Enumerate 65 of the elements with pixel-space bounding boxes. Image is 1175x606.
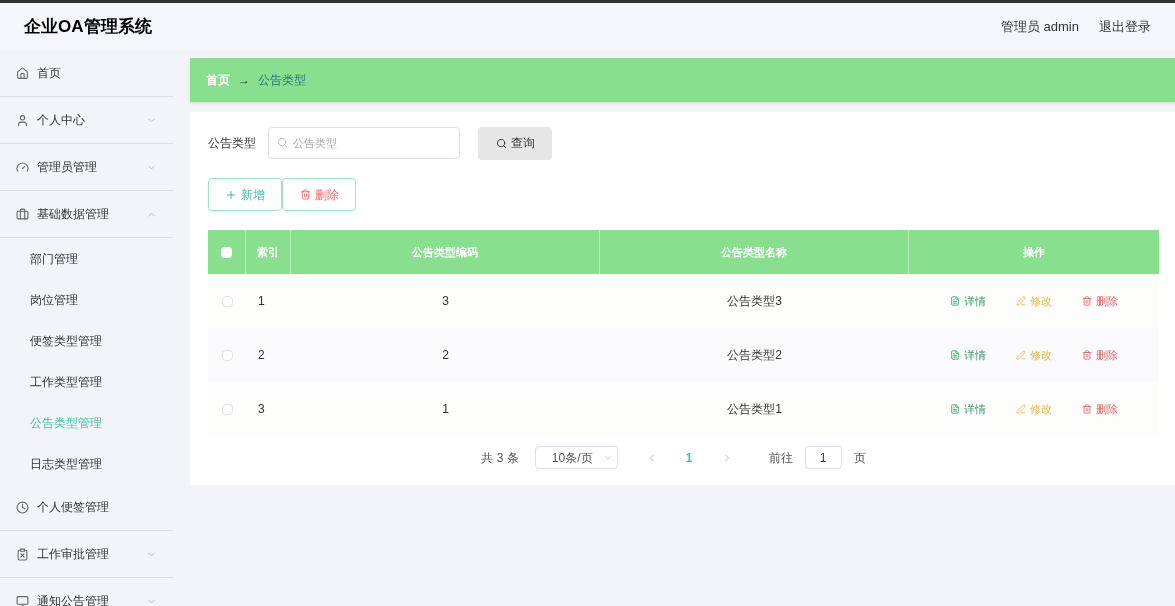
table-cell-text: 3 [442, 293, 449, 310]
sidebar-menu-item[interactable]: 基础数据管理 [0, 191, 173, 238]
total-count: 共 3 条 [481, 449, 519, 467]
goto-label: 前往 [768, 449, 793, 467]
submenu-item[interactable]: 日志类型管理 [0, 443, 173, 484]
table-cell-text: 1 [442, 401, 449, 418]
delete-link[interactable]: 删除 [1082, 346, 1118, 364]
app-title: 企业OA管理系统 [24, 15, 152, 38]
row-checkbox[interactable] [221, 403, 233, 415]
delete-link[interactable]: 删除 [1082, 400, 1118, 418]
plus-icon [225, 188, 237, 201]
goto-page-field[interactable]: 1 [804, 446, 842, 469]
logout-link[interactable]: 退出登录 [1099, 16, 1151, 37]
detail-link[interactable]: 详情 [950, 346, 986, 364]
search-icon [277, 137, 288, 148]
document-icon [950, 296, 960, 306]
row-checkbox[interactable] [221, 295, 233, 307]
row-checkbox[interactable] [221, 349, 233, 361]
page-size-select[interactable]: 10条/页 [534, 446, 618, 469]
select-all-checkbox[interactable] [221, 246, 232, 258]
user-icon [16, 113, 29, 127]
sidebar-menu-item[interactable]: 工作审批管理 [0, 531, 173, 578]
sidebar-menu-item[interactable]: 个人便签管理 [0, 484, 173, 531]
table-cell-text: 公告类型2 [727, 347, 782, 364]
clock-icon [16, 500, 29, 514]
document-icon [950, 350, 960, 360]
table-cell-text: 1 [258, 293, 265, 310]
detail-link[interactable]: 详情 [950, 292, 986, 310]
search-label: 公告类型 [208, 135, 256, 152]
sidebar-menu-item[interactable]: 通知公告管理 [0, 578, 173, 606]
search-field[interactable]: 公告类型 [268, 127, 460, 159]
breadcrumb-arrow: → [238, 72, 250, 89]
submenu-item[interactable]: 岗位管理 [0, 279, 173, 320]
trash-icon [1082, 404, 1092, 414]
document-icon [950, 404, 960, 414]
detail-link[interactable]: 详情 [950, 400, 986, 418]
delete-link[interactable]: 删除 [1082, 292, 1118, 310]
sidebar-menu-item[interactable]: 管理员管理 [0, 144, 173, 191]
table-cell-text: 2 [258, 347, 265, 364]
briefcase-icon [16, 207, 29, 221]
query-button[interactable]: 查询 [478, 126, 552, 160]
breadcrumb-current: 公告类型 [258, 72, 306, 89]
sidebar-menu-item[interactable]: 首页 [0, 50, 173, 97]
trash-icon [1082, 350, 1092, 360]
table-cell-text: 公告类型1 [727, 401, 782, 418]
clipboard-icon [16, 547, 29, 561]
trash-icon [299, 189, 311, 200]
pen-icon [1016, 296, 1026, 306]
monitor-icon [16, 594, 29, 606]
column-header: 操作 [1022, 244, 1046, 260]
pen-icon [1016, 350, 1026, 360]
home-icon [16, 66, 29, 80]
page-suffix: 页 [853, 449, 866, 467]
pen-icon [1016, 404, 1026, 414]
trash-icon [1082, 296, 1092, 306]
gauge-icon [16, 160, 29, 174]
submenu-item[interactable]: 部门管理 [0, 238, 173, 279]
user-name: 管理员 admin [1000, 17, 1079, 36]
table-cell-text: 2 [442, 347, 449, 364]
submenu-item[interactable]: 工作类型管理 [0, 361, 173, 402]
table-cell-text: 3 [258, 401, 265, 418]
search-icon [495, 137, 507, 149]
table-cell-text: 公告类型3 [727, 293, 782, 310]
submenu-item[interactable]: 便签类型管理 [0, 320, 173, 361]
sidebar-menu-item[interactable]: 个人中心 [0, 97, 173, 144]
